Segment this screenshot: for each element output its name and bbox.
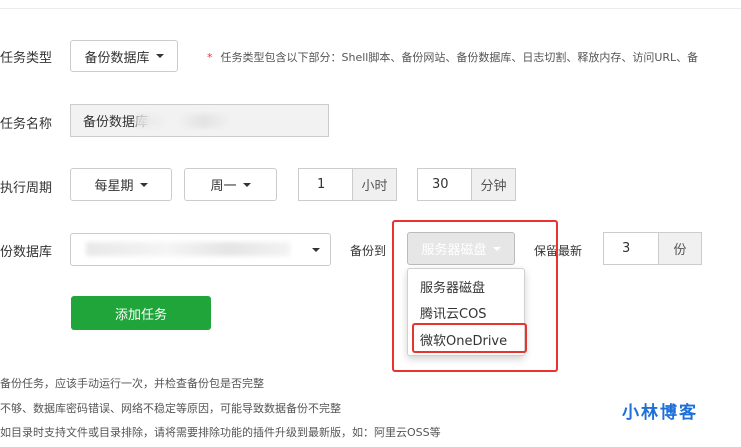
task-type-select[interactable]: 备份数据库 — [70, 40, 178, 72]
minute-input[interactable]: 30 — [417, 168, 472, 201]
footnote-2: 不够、数据库密码错误、网络不稳定等原因，可能导致数据备份不完整 — [0, 402, 341, 415]
add-task-button[interactable]: 添加任务 — [71, 296, 211, 330]
keep-unit: 份 — [658, 232, 702, 265]
backup-db-label: 份数据库 — [0, 245, 53, 260]
minute-value: 30 — [432, 177, 449, 192]
frequency-select[interactable]: 每星期 — [70, 168, 172, 201]
top-divider — [0, 8, 741, 9]
footnote-1: 备份任务，应该手动运行一次，并检查备份包是否完整 — [0, 377, 264, 390]
weekday-value: 周一 — [210, 179, 237, 194]
backup-to-label: 备份到 — [350, 244, 387, 258]
redacted-blur — [86, 242, 290, 256]
required-star: * — [207, 51, 213, 64]
period-label: 执行周期 — [0, 181, 53, 196]
chevron-down-icon — [242, 182, 251, 187]
minute-unit: 分钟 — [471, 168, 516, 201]
task-type-label: 任务类型 — [0, 51, 53, 66]
task-type-note-text: 任务类型包含以下部分：Shell脚本、备份网站、备份数据库、日志切割、释放内存、… — [220, 51, 699, 64]
redacted-blur — [136, 114, 232, 128]
chevron-down-icon — [312, 247, 320, 252]
task-type-value: 备份数据库 — [84, 50, 150, 66]
hour-unit: 小时 — [352, 168, 397, 201]
chevron-down-icon — [139, 182, 148, 187]
highlight-box-onedrive — [412, 323, 527, 353]
task-name-label: 任务名称 — [0, 117, 53, 132]
watermark-logo: 小林博客 — [622, 403, 698, 423]
keep-count-value: 3 — [622, 241, 631, 256]
hour-value: 1 — [317, 177, 326, 192]
weekday-select[interactable]: 周一 — [184, 168, 277, 201]
chevron-down-icon — [155, 54, 164, 58]
footnote-3: 如目录时支持文件或目录排除，请将需要排除功能的插件升级到最新版，如：阿里云OSS… — [0, 426, 441, 439]
keep-count-input[interactable]: 3 — [603, 232, 659, 265]
frequency-value: 每星期 — [94, 179, 134, 194]
hour-input[interactable]: 1 — [298, 168, 353, 201]
task-type-note: * 任务类型包含以下部分：Shell脚本、备份网站、备份数据库、日志切割、释放内存… — [207, 49, 698, 65]
